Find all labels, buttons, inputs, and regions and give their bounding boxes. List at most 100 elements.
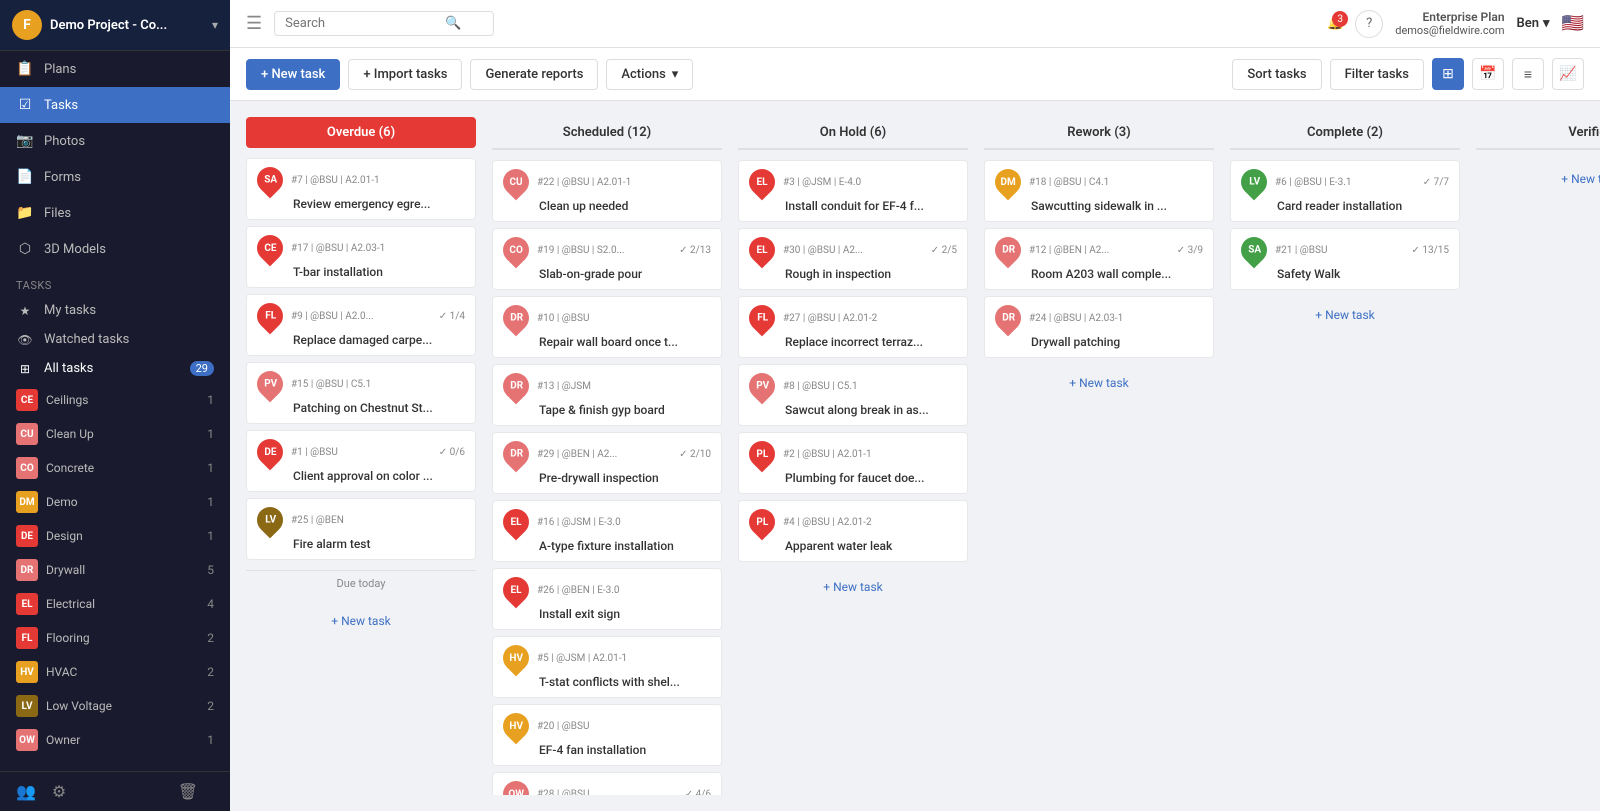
column-header-rework: Rework (3) [984, 117, 1214, 150]
sidebar-item-3dmodels[interactable]: ⬡ 3D Models [0, 231, 230, 267]
category-label: Low Voltage [46, 699, 112, 713]
sidebar-category-ce[interactable]: CE Ceilings 1 [0, 383, 230, 417]
card-meta: #19 | @BSU | S2.0... [537, 245, 675, 256]
flag-icon[interactable]: 🇺🇸 [1562, 13, 1584, 34]
task-card[interactable]: EL #3 | @JSM | E-4.0 Install conduit for… [738, 160, 968, 222]
task-card[interactable]: DE #1 | @BSU ✓ 0/6 Client approval on co… [246, 430, 476, 492]
people-icon[interactable]: 👥 [16, 782, 36, 801]
all-tasks-item[interactable]: ⊞ All tasks 29 [0, 354, 230, 383]
category-badge-fl: FL [16, 627, 38, 649]
task-card[interactable]: DR #12 | @BEN | A2... ✓ 3/9 Room A203 wa… [984, 228, 1214, 290]
user-plan: Enterprise Plan [1422, 10, 1504, 24]
sidebar-item-photos[interactable]: 📷 Photos [0, 123, 230, 159]
task-card[interactable]: PL #2 | @BSU | A2.01-1 Plumbing for fauc… [738, 432, 968, 494]
actions-button[interactable]: Actions ▾ [606, 59, 693, 90]
card-title: Sawcut along break in as... [785, 403, 957, 417]
new-task-button[interactable]: + New task [246, 59, 340, 90]
avatar-pin: DR [498, 368, 535, 405]
task-card[interactable]: SA #7 | @BSU | A2.01-1 Review emergency … [246, 158, 476, 220]
hamburger-icon[interactable]: ☰ [246, 13, 262, 34]
task-card[interactable]: DR #29 | @BEN | A2... ✓ 2/10 Pre-drywall… [492, 432, 722, 494]
new-task-column-button[interactable]: + New task [1476, 164, 1600, 194]
sidebar-item-files[interactable]: 📁 Files [0, 195, 230, 231]
list-view-button[interactable]: ≡ [1512, 58, 1544, 90]
task-card[interactable]: DR #13 | @JSM Tape & finish gyp board [492, 364, 722, 426]
new-task-column-button[interactable]: + New task [738, 572, 968, 602]
my-tasks-item[interactable]: ★ My tasks [0, 296, 230, 325]
card-meta: #1 | @BSU [291, 447, 435, 458]
task-card[interactable]: EL #26 | @BEN | E-3.0 Install exit sign [492, 568, 722, 630]
task-card[interactable]: FL #9 | @BSU | A2.0... ✓ 1/4 Replace dam… [246, 294, 476, 356]
card-header: CE #17 | @BSU | A2.03-1 [257, 235, 465, 261]
import-tasks-button[interactable]: + Import tasks [348, 59, 462, 90]
sidebar-category-lv[interactable]: LV Low Voltage 2 [0, 689, 230, 723]
column-cards-overdue: SA #7 | @BSU | A2.01-1 Review emergency … [246, 158, 476, 795]
sidebar-category-ow[interactable]: OW Owner 1 [0, 723, 230, 757]
task-card[interactable]: HV #20 | @BSU EF-4 fan installation [492, 704, 722, 766]
task-card[interactable]: HV #5 | @JSM | A2.01-1 T-stat conflicts … [492, 636, 722, 698]
task-card[interactable]: DR #24 | @BSU | A2.03-1 Drywall patching [984, 296, 1214, 358]
sidebar-category-el[interactable]: EL Electrical 4 [0, 587, 230, 621]
task-card[interactable]: SA #21 | @BSU ✓ 13/15 Safety Walk [1230, 228, 1460, 290]
sidebar-category-co[interactable]: CO Concrete 1 [0, 451, 230, 485]
column-on-hold: On Hold (6) EL #3 | @JSM | E-4.0 Install… [738, 117, 968, 795]
trash-icon[interactable]: 🗑 [178, 782, 198, 801]
task-card[interactable]: FL #27 | @BSU | A2.01-2 Replace incorrec… [738, 296, 968, 358]
user-email: demos@fieldwire.com [1395, 24, 1504, 37]
task-card[interactable]: DM #18 | @BSU | C4.1 Sawcutting sidewalk… [984, 160, 1214, 222]
topbar: ☰ 🔍 🔔 3 ? Enterprise Plan demos@fieldwir… [230, 0, 1600, 48]
sidebar-item-tasks[interactable]: ☑ Tasks [0, 87, 230, 123]
card-meta: #21 | @BSU [1275, 245, 1408, 256]
avatar-initials: DM [1000, 177, 1015, 188]
help-button[interactable]: ? [1355, 10, 1383, 38]
card-title: A-type fixture installation [539, 539, 711, 553]
column-complete: Complete (2) LV #6 | @BSU | E-3.1 ✓ 7/7 … [1230, 117, 1460, 795]
settings-icon[interactable]: ⚙ [52, 782, 66, 801]
sidebar-category-dr[interactable]: DR Drywall 5 [0, 553, 230, 587]
new-task-column-button[interactable]: + New task [984, 368, 1214, 398]
task-card[interactable]: OW #28 | @BSU ✓ 4/6 Site visit walk [492, 772, 722, 795]
new-task-column-button[interactable]: + New task [1230, 300, 1460, 330]
sidebar-category-cu[interactable]: CU Clean Up 1 [0, 417, 230, 451]
card-header: DE #1 | @BSU ✓ 0/6 [257, 439, 465, 465]
card-header: FL #27 | @BSU | A2.01-2 [749, 305, 957, 331]
grid-view-button[interactable]: ⊞ [1432, 58, 1464, 90]
search-box[interactable]: 🔍 [274, 11, 494, 36]
task-card[interactable]: DR #10 | @BSU Repair wall board once t..… [492, 296, 722, 358]
task-card[interactable]: CO #19 | @BSU | S2.0... ✓ 2/13 Slab-on-g… [492, 228, 722, 290]
task-card[interactable]: EL #30 | @BSU | A2... ✓ 2/5 Rough in ins… [738, 228, 968, 290]
task-card[interactable]: CE #17 | @BSU | A2.03-1 T-bar installati… [246, 226, 476, 288]
avatar-pin: HV [498, 640, 535, 677]
task-card[interactable]: PV #15 | @BSU | C5.1 Patching on Chestnu… [246, 362, 476, 424]
calendar-view-button[interactable]: 📅 [1472, 58, 1504, 90]
task-card[interactable]: LV #6 | @BSU | E-3.1 ✓ 7/7 Card reader i… [1230, 160, 1460, 222]
task-card[interactable]: EL #16 | @JSM | E-3.0 A-type fixture ins… [492, 500, 722, 562]
sidebar-category-de[interactable]: DE Design 1 [0, 519, 230, 553]
sidebar-header[interactable]: F Demo Project - Co... ▾ [0, 0, 230, 51]
sidebar-item-forms[interactable]: 📄 Forms [0, 159, 230, 195]
filter-tasks-button[interactable]: Filter tasks [1330, 59, 1424, 90]
generate-reports-button[interactable]: Generate reports [470, 59, 598, 90]
column-verified: Verified+ New task [1476, 117, 1600, 795]
notification-badge: 3 [1332, 11, 1348, 27]
search-input[interactable] [285, 16, 445, 31]
task-card[interactable]: LV #25 | @BEN Fire alarm test [246, 498, 476, 560]
sidebar-category-fl[interactable]: FL Flooring 2 [0, 621, 230, 655]
task-card[interactable]: PV #8 | @BSU | C5.1 Sawcut along break i… [738, 364, 968, 426]
notification-button[interactable]: 🔔 3 [1327, 16, 1343, 31]
sidebar-category-hv[interactable]: HV HVAC 2 [0, 655, 230, 689]
task-card[interactable]: CU #22 | @BSU | A2.01-1 Clean up needed [492, 160, 722, 222]
card-meta: #27 | @BSU | A2.01-2 [783, 313, 957, 324]
watched-tasks-item[interactable]: 👁 Watched tasks [0, 325, 230, 354]
sidebar-item-plans[interactable]: 📋 Plans [0, 51, 230, 87]
task-card[interactable]: PL #4 | @BSU | A2.01-2 Apparent water le… [738, 500, 968, 562]
chevron-down-icon[interactable]: ▾ [212, 18, 218, 32]
category-count: 1 [207, 529, 214, 543]
chart-view-button[interactable]: 📈 [1552, 58, 1584, 90]
user-button[interactable]: Ben ▾ [1517, 16, 1550, 31]
category-label: Drywall [46, 563, 85, 577]
new-task-column-button[interactable]: + New task [246, 606, 476, 636]
sidebar-category-dm[interactable]: DM Demo 1 [0, 485, 230, 519]
sort-tasks-button[interactable]: Sort tasks [1232, 59, 1321, 90]
avatar-initials: DR [1002, 245, 1015, 256]
